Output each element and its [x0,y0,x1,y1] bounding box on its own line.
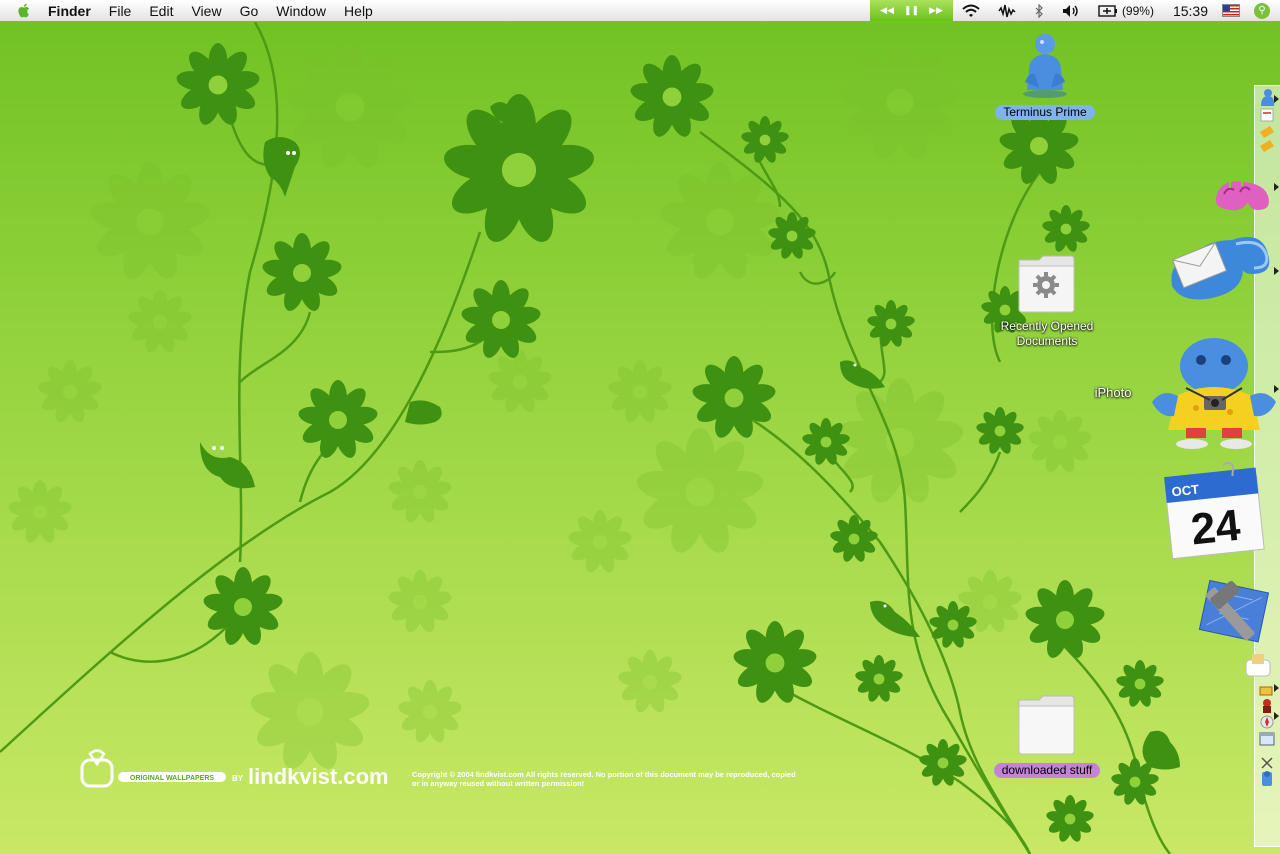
battery-icon [1098,4,1117,17]
smart-folder-icon [1018,255,1075,313]
folder-icon [1018,695,1075,755]
wifi-icon[interactable] [962,4,980,18]
wallpaper-copyright: Copyright © 2004 lindkvist.com All right… [412,770,796,788]
dock-item-small-4[interactable] [1258,731,1276,752]
menu-go[interactable]: Go [240,3,259,19]
dock-item-chat[interactable] [1210,168,1274,221]
pause-icon[interactable]: ❚❚ [904,5,919,16]
brand-badge: ORIGINAL WALLPAPERS [130,775,214,782]
desktop-icon-terminus-prime[interactable]: Terminus Prime [985,30,1105,121]
yellow-tools-icon [1260,126,1274,152]
menu-file[interactable]: File [109,3,132,19]
trash-icon [1261,757,1273,786]
desktop-icon-recently-opened-documents[interactable]: Recently Opened Documents [985,252,1109,350]
menu-bar: Finder File Edit View Go Window Help ◀◀ … [0,0,1280,22]
calendar-icon: OCT 24 [1164,461,1265,560]
brand-by: BY [232,774,244,783]
dock-item-iphoto[interactable] [1146,336,1276,456]
running-indicator [1274,95,1279,103]
dock-item-xcode[interactable] [1190,576,1276,651]
audio-hijack-icon[interactable] [998,4,1016,18]
small-app-icon [1259,686,1273,696]
calendar-month: OCT [1171,482,1200,500]
itunes-controls: ◀◀ ❚❚ ▶▶ [870,0,953,21]
running-indicator [1274,183,1279,191]
menu-edit[interactable]: Edit [149,3,173,19]
menu-help[interactable]: Help [344,3,373,19]
desktop-icon-label: downloaded stuff [993,763,1101,778]
xcode-hammer-icon [1198,579,1270,643]
apple-menu-icon[interactable] [14,3,34,19]
menu-clock[interactable]: 15:39 [1173,3,1208,19]
next-track-icon[interactable]: ▶▶ [929,5,943,16]
spotlight-icon[interactable]: ⚲ [1254,2,1270,19]
document-icon [1260,108,1274,122]
lindkvist-logo: ORIGINAL WALLPAPERS BY lindkvist.com [80,749,389,789]
terminus-prime-icon [1023,34,1067,98]
finder-window-icon [1259,732,1275,746]
us-flag-input-menu-icon[interactable] [1222,4,1240,17]
desktop-icon-label: Recently Opened Documents [1000,319,1094,348]
toaster-icon [1245,654,1271,677]
volume-icon[interactable] [1062,4,1080,18]
desktop-icon-label: Terminus Prime [995,105,1095,120]
robot-icon [1263,699,1271,713]
battery-percent: (99%) [1121,3,1154,18]
battery-status[interactable]: (99%) [1098,4,1154,18]
desktop-icon-downloaded-stuff[interactable]: downloaded stuff [985,690,1109,779]
desktop-icon-label: iPhoto [1094,385,1132,400]
dock-item-utility-small[interactable] [1257,124,1277,159]
menu-window[interactable]: Window [276,3,326,19]
dock-item-mail[interactable] [1166,232,1276,317]
iphoto-label: iPhoto [1078,384,1148,402]
dock-item-trash[interactable] [1258,754,1276,793]
menu-view[interactable]: View [191,3,221,19]
menu-finder[interactable]: Finder [48,3,91,19]
mail-icon [1171,237,1270,300]
dock-item-ical[interactable]: OCT 24 [1160,461,1270,567]
menu-extras: ◀◀ ❚❚ ▶▶ (99%) 15:39 ⚲ [870,0,1280,21]
iphoto-mascot-icon [1152,338,1276,449]
bluetooth-icon[interactable] [1034,3,1044,18]
safari-icon [1260,715,1274,729]
pink-creature-icon [1215,172,1269,211]
previous-track-icon[interactable]: ◀◀ [880,5,894,16]
dock-item-toast[interactable] [1242,650,1274,685]
calendar-day: 24 [1189,501,1243,555]
brand-name: lindkvist.com [248,764,389,789]
